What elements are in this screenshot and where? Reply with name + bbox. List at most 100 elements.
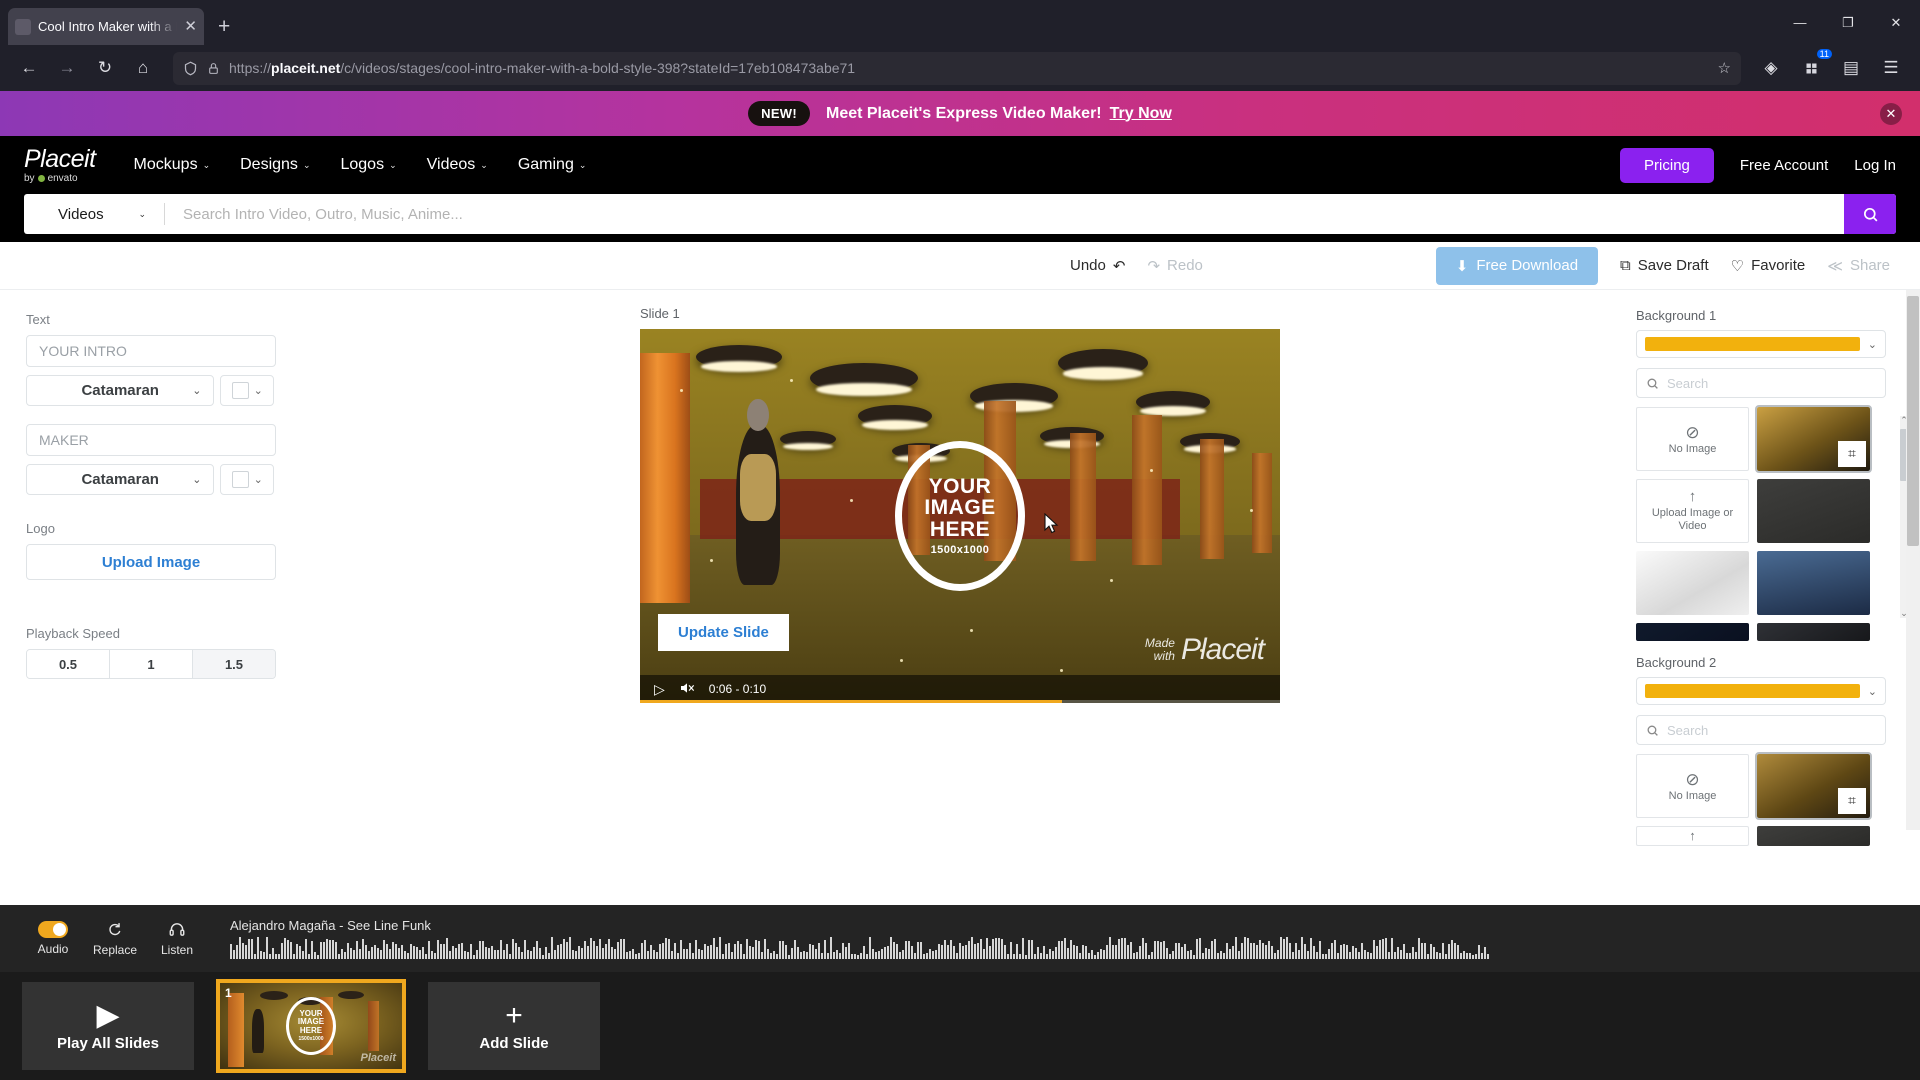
- audio-label: Audio: [37, 942, 69, 956]
- background-thumbnail-selected[interactable]: ⌗: [1755, 405, 1872, 473]
- tab-close-icon[interactable]: ✕: [184, 19, 197, 34]
- window-maximize-button[interactable]: ❐: [1824, 0, 1872, 45]
- forward-icon[interactable]: →: [50, 51, 84, 85]
- favorite-button[interactable]: ♡ Favorite: [1731, 257, 1806, 275]
- placeit-logo[interactable]: Placeit by envato: [24, 146, 96, 184]
- search-submit-button[interactable]: [1844, 194, 1896, 234]
- browser-toolbar-icons: ◈ 11 ▤ ☰: [1754, 49, 1908, 85]
- waveform-bar: [266, 937, 268, 959]
- color-select-2[interactable]: ⌄: [220, 464, 274, 495]
- speed-option-0.5[interactable]: 0.5: [27, 650, 110, 678]
- waveform-bar: [788, 955, 790, 959]
- audio-track-area: Alejandro Magaña - See Line Funk: [208, 918, 1920, 959]
- background-2-search-input[interactable]: [1667, 722, 1876, 738]
- waveform-bar: [1064, 938, 1066, 959]
- redo-button[interactable]: ↷ Redo: [1147, 257, 1202, 275]
- waveform-bar: [767, 949, 769, 959]
- browser-chrome: Cool Intro Maker with a Bold Style ✕ + —…: [0, 0, 1920, 91]
- pricing-button[interactable]: Pricing: [1620, 147, 1714, 183]
- audio-toggle[interactable]: Audio: [22, 921, 84, 956]
- audio-toggle-switch[interactable]: [38, 921, 68, 938]
- intro-text-input-2[interactable]: [26, 424, 276, 456]
- image-placeholder-badge[interactable]: YOUR IMAGE HERE 1500x1000: [895, 441, 1025, 591]
- free-account-link[interactable]: Free Account: [1740, 157, 1828, 174]
- crop-icon[interactable]: ⌗: [1838, 441, 1866, 467]
- video-preview[interactable]: YOUR IMAGE HERE 1500x1000 Made with Plac…: [640, 329, 1280, 703]
- waveform-bar: [755, 940, 757, 959]
- nav-item-gaming[interactable]: Gaming ⌄: [518, 156, 587, 174]
- menu-icon[interactable]: ☰: [1874, 51, 1908, 85]
- audio-waveform[interactable]: [230, 937, 1914, 959]
- waveform-bar: [773, 951, 775, 959]
- window-minimize-button[interactable]: —: [1776, 0, 1824, 45]
- upload-media-option[interactable]: ↑ Upload Image or Video: [1636, 479, 1749, 543]
- waveform-bar: [752, 947, 754, 959]
- waveform-bar: [1454, 943, 1456, 959]
- library-icon[interactable]: ▤: [1834, 51, 1868, 85]
- upload-media-option[interactable]: ↑: [1636, 826, 1749, 846]
- font-select-1[interactable]: Catamaran ⌄: [26, 375, 215, 406]
- waveform-bar: [335, 942, 337, 959]
- background-1-search-input[interactable]: [1667, 375, 1876, 391]
- slide-thumbnail-1[interactable]: 1 YOUR IMAGE HERE 1500x1000 Placeit: [216, 979, 406, 1073]
- speed-option-1[interactable]: 1: [110, 650, 193, 678]
- listen-audio-button[interactable]: Listen: [146, 921, 208, 957]
- search-input[interactable]: [165, 205, 1844, 223]
- background-thumbnail[interactable]: [1757, 623, 1870, 641]
- share-button[interactable]: ≪ Share: [1827, 257, 1890, 275]
- no-image-option[interactable]: ⊘ No Image: [1636, 407, 1749, 471]
- speed-option-1.5[interactable]: 1.5: [193, 650, 275, 678]
- color-select-1[interactable]: ⌄: [220, 375, 274, 406]
- nav-item-logos[interactable]: Logos ⌄: [340, 156, 396, 174]
- background-thumbnail[interactable]: [1636, 623, 1749, 641]
- log-in-link[interactable]: Log In: [1854, 157, 1896, 174]
- promo-close-icon[interactable]: ✕: [1880, 102, 1902, 125]
- mute-icon[interactable]: [679, 681, 695, 698]
- replace-audio-button[interactable]: Replace: [84, 921, 146, 957]
- add-slide-button[interactable]: + Add Slide: [428, 982, 600, 1070]
- site-header: Placeit by envato Mockups ⌄ Designs ⌄ Log…: [0, 136, 1920, 194]
- search-category-select[interactable]: Videos ⌄: [24, 194, 164, 234]
- browser-tab[interactable]: Cool Intro Maker with a Bold Style ✕: [8, 8, 204, 45]
- background-2-search[interactable]: [1636, 715, 1886, 745]
- crop-icon[interactable]: ⌗: [1838, 788, 1866, 814]
- video-progress-track[interactable]: [640, 700, 1280, 703]
- background-thumbnail[interactable]: [1757, 826, 1870, 846]
- waveform-bar: [383, 940, 385, 959]
- background-thumbnail-selected[interactable]: ⌗: [1755, 752, 1872, 820]
- extensions-icon[interactable]: 11: [1794, 49, 1832, 85]
- window-close-button[interactable]: ✕: [1872, 0, 1920, 45]
- waveform-bar: [1325, 954, 1327, 959]
- waveform-bar: [497, 950, 499, 959]
- undo-button[interactable]: Undo ↶: [1070, 257, 1125, 275]
- font-select-2[interactable]: Catamaran ⌄: [26, 464, 215, 495]
- background-thumbnail[interactable]: [1757, 551, 1870, 615]
- save-draft-button[interactable]: ⧉ Save Draft: [1620, 257, 1709, 274]
- intro-text-input-1[interactable]: [26, 335, 276, 367]
- reload-icon[interactable]: ↻: [88, 51, 122, 85]
- bookmark-star-icon[interactable]: ☆: [1718, 59, 1731, 77]
- promo-try-now-link[interactable]: Try Now: [1110, 105, 1172, 122]
- waveform-bar: [797, 947, 799, 959]
- nav-item-videos[interactable]: Videos ⌄: [427, 156, 488, 174]
- no-image-option[interactable]: ⊘ No Image: [1636, 754, 1749, 818]
- play-icon[interactable]: ▷: [654, 681, 665, 698]
- nav-item-mockups[interactable]: Mockups ⌄: [134, 156, 211, 174]
- url-bar[interactable]: https://placeit.net/c/videos/stages/cool…: [173, 51, 1741, 85]
- pocket-icon[interactable]: ◈: [1754, 51, 1788, 85]
- background-1-search[interactable]: [1636, 368, 1886, 398]
- free-download-button[interactable]: ⬇ Free Download: [1435, 246, 1599, 285]
- play-all-slides-button[interactable]: ▶ Play All Slides: [22, 982, 194, 1070]
- update-slide-button[interactable]: Update Slide: [658, 614, 789, 651]
- new-tab-button[interactable]: +: [218, 16, 230, 37]
- back-icon[interactable]: ←: [12, 51, 46, 85]
- background-thumbnail[interactable]: [1636, 551, 1749, 615]
- background-1-color-select[interactable]: ⌄: [1636, 330, 1886, 358]
- page-scrollbar[interactable]: [1906, 290, 1920, 830]
- nav-item-designs[interactable]: Designs ⌄: [240, 156, 310, 174]
- background-thumbnail[interactable]: [1757, 479, 1870, 543]
- upload-image-button[interactable]: Upload Image: [26, 544, 276, 580]
- home-icon[interactable]: ⌂: [126, 51, 160, 85]
- background-2-color-select[interactable]: ⌄: [1636, 677, 1886, 705]
- waveform-bar: [623, 939, 625, 959]
